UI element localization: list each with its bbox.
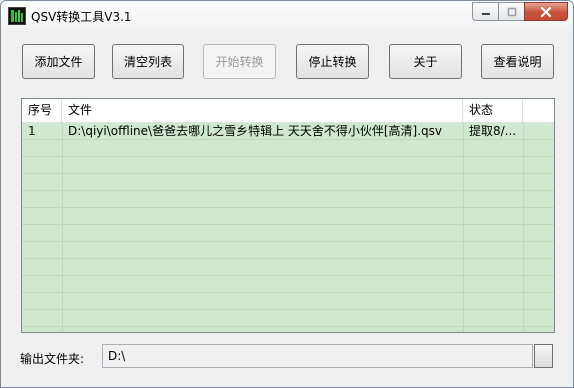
file-list[interactable]: 序号 文件 状态 1 D:\qiyi\offline\爸爸去哪儿之雪乡特辑上 天… (21, 98, 555, 333)
start-convert-button[interactable]: 开始转换 (203, 44, 276, 79)
add-file-button[interactable]: 添加文件 (22, 44, 95, 79)
close-icon (540, 6, 552, 17)
about-button[interactable]: 关于 (389, 44, 462, 79)
browse-folder-button[interactable] (534, 344, 553, 368)
stop-convert-button[interactable]: 停止转换 (296, 44, 369, 79)
row-index: 1 (28, 124, 36, 138)
clear-list-button[interactable]: 清空列表 (112, 44, 184, 79)
column-divider (463, 123, 464, 332)
list-body[interactable]: 1 D:\qiyi\offline\爸爸去哪儿之雪乡特辑上 天天舍不得小伙伴[高… (22, 123, 554, 332)
row-status: 提取8/... (469, 124, 517, 138)
column-header-file[interactable]: 文件 (62, 99, 463, 123)
help-button[interactable]: 查看说明 (481, 44, 554, 79)
table-row[interactable]: 1 D:\qiyi\offline\爸爸去哪儿之雪乡特辑上 天天舍不得小伙伴[高… (22, 123, 554, 140)
column-header-index[interactable]: 序号 (22, 99, 62, 123)
output-folder-label: 输出文件夹: (20, 352, 85, 366)
app-window: QSV转换工具V3.1 添加文件 清空列表 开始转换 停止转换 关于 查看说明 … (0, 0, 574, 388)
title-bar[interactable]: QSV转换工具V3.1 (1, 1, 573, 31)
row-file-path: D:\qiyi\offline\爸爸去哪儿之雪乡特辑上 天天舍不得小伙伴[高清]… (68, 124, 443, 138)
minimize-button[interactable] (472, 2, 498, 21)
maximize-button[interactable] (498, 2, 524, 21)
output-folder-field[interactable]: D:\ (102, 344, 533, 368)
window-title: QSV转换工具V3.1 (31, 10, 132, 24)
maximize-icon (507, 7, 516, 16)
close-button[interactable] (524, 2, 568, 21)
column-header-blank (523, 99, 554, 123)
column-divider (523, 123, 524, 332)
column-header-status[interactable]: 状态 (463, 99, 523, 123)
minimize-icon (481, 12, 490, 15)
column-divider (62, 123, 63, 332)
app-icon (8, 7, 26, 25)
list-header: 序号 文件 状态 (22, 99, 554, 123)
